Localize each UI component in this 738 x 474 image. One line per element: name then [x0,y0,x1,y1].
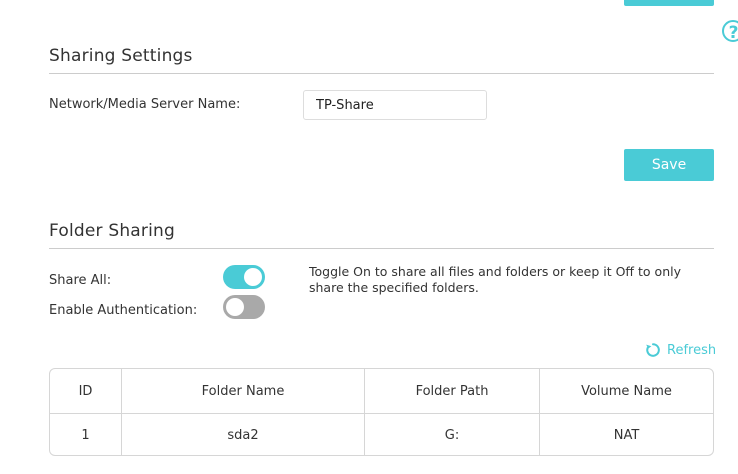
top-action-button[interactable] [624,0,714,6]
server-name-input[interactable] [303,90,487,120]
cell-volume-name: NAT [613,428,640,443]
refresh-icon [646,343,660,357]
enable-authentication-label: Enable Authentication: [49,303,198,318]
refresh-label: Refresh [667,342,717,358]
sharing-settings-title: Sharing Settings [49,46,193,66]
share-all-label: Share All: [49,273,112,288]
cell-folder-name: sda2 [122,414,365,455]
save-button[interactable]: Save [624,149,714,181]
enable-authentication-toggle[interactable] [223,295,265,319]
share-all-hint: Toggle On to share all files and folders… [309,264,681,295]
share-all-toggle[interactable] [223,265,265,289]
folder-sharing-title: Folder Sharing [49,221,176,241]
server-name-label: Network/Media Server Name: [49,97,241,112]
folder-table: ID Folder Name Folder Path Volume Name 1… [49,368,714,456]
column-header-folder-name: Folder Name [122,369,365,413]
help-icon[interactable]: ? [722,20,738,43]
column-header-volume-name: Volume Name [581,383,672,399]
toggle-knob [226,298,244,316]
table-header-row: ID Folder Name Folder Path Volume Name [50,369,713,413]
refresh-button[interactable]: Refresh [645,341,716,359]
column-header-folder-path: Folder Path [365,369,540,413]
cell-folder-path: G: [365,414,540,455]
table-row[interactable]: 1 sda2 G: NAT [50,413,713,455]
toggle-knob [244,268,262,286]
section-divider [49,73,714,74]
section-divider [49,248,714,249]
cell-id: 1 [50,414,122,455]
column-header-id: ID [50,369,122,413]
